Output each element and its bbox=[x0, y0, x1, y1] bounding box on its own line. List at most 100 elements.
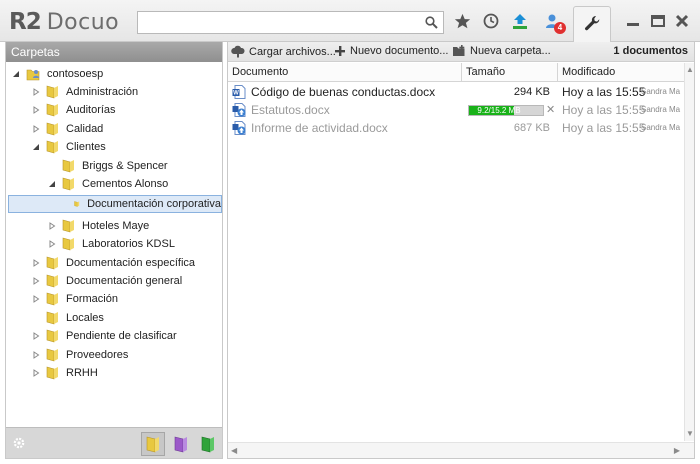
sidebar-item[interactable]: Hoteles Maye bbox=[6, 217, 149, 235]
scroll-down-icon[interactable]: ▼ bbox=[686, 429, 694, 439]
folder-icon bbox=[46, 329, 58, 343]
users-icon[interactable]: 4 bbox=[543, 12, 566, 34]
collapsed-arrow-icon[interactable] bbox=[32, 88, 40, 96]
row-name-cell: Informe de actividad.docx bbox=[232, 119, 458, 137]
column-header-document[interactable]: Documento bbox=[228, 63, 462, 82]
search-icon[interactable] bbox=[425, 16, 438, 29]
tree-root[interactable]: contosoesp bbox=[12, 65, 103, 83]
collapsed-arrow-icon[interactable] bbox=[32, 369, 40, 377]
new-folder-button[interactable]: Nueva carpeta... bbox=[452, 45, 551, 57]
table-header: Documento Tamaño Modificado bbox=[228, 63, 694, 82]
sidebar-item[interactable]: Administración bbox=[6, 83, 138, 101]
sidebar-item-label: Documentación general bbox=[66, 275, 183, 287]
word-document-pending-icon bbox=[232, 121, 246, 135]
purple-folder-filter[interactable] bbox=[169, 432, 193, 456]
collapsed-arrow-icon[interactable] bbox=[32, 106, 40, 115]
new-document-button[interactable]: Nuevo documento... bbox=[334, 45, 448, 57]
expanded-arrow-icon[interactable] bbox=[32, 143, 40, 151]
sidebar-item[interactable]: Proveedores bbox=[6, 346, 128, 364]
sidebar-item-label: Proveedores bbox=[66, 348, 129, 361]
settings-tab[interactable] bbox=[573, 6, 611, 42]
new-folder-label: Nueva carpeta... bbox=[470, 45, 551, 57]
sidebar-item[interactable]: Locales bbox=[6, 309, 104, 327]
sidebar-item-label: Hoteles Maye bbox=[82, 219, 150, 232]
sidebar-item[interactable]: Pendiente de clasificar bbox=[6, 327, 177, 345]
collapsed-arrow-icon[interactable] bbox=[32, 277, 40, 285]
collapsed-arrow-icon[interactable] bbox=[48, 240, 56, 249]
document-name: Estatutos.docx bbox=[251, 103, 330, 117]
sidebar-item-label: Laboratorios KDSL bbox=[82, 238, 175, 251]
sidebar-item-label: Calidad bbox=[66, 122, 104, 135]
table-row[interactable]: Informe de actividad.docx 687 KB Hoy a l… bbox=[228, 119, 694, 137]
collapsed-arrow-icon[interactable] bbox=[32, 350, 40, 359]
cancel-upload-icon[interactable]: ✕ bbox=[546, 101, 555, 119]
sidebar-item-label: Pendiente de clasificar bbox=[66, 330, 177, 343]
gear-icon[interactable] bbox=[12, 436, 26, 450]
sidebar-item[interactable]: Documentación específica bbox=[6, 254, 195, 272]
table-row[interactable]: W Código de buenas conductas.docx 294 KB… bbox=[228, 83, 694, 101]
upload-icon[interactable] bbox=[511, 12, 529, 30]
scroll-right-icon[interactable]: ▶ bbox=[674, 446, 680, 456]
scroll-left-icon[interactable]: ◀ bbox=[231, 446, 237, 456]
star-icon[interactable] bbox=[453, 12, 471, 30]
minimize-icon[interactable] bbox=[624, 12, 642, 30]
folder-icon bbox=[46, 85, 58, 99]
upload-files-button[interactable]: Cargar archivos... bbox=[231, 45, 336, 58]
cloud-upload-icon bbox=[231, 45, 245, 58]
sidebar-item[interactable]: Clientes bbox=[6, 138, 106, 156]
sidebar-item[interactable]: Cementos Alonso bbox=[6, 175, 168, 193]
sidebar-item[interactable]: RRHH bbox=[6, 364, 98, 382]
row-name-cell: Estatutos.docx bbox=[232, 101, 458, 119]
sidebar-item-label: Cementos Alonso bbox=[82, 178, 169, 190]
upload-progress-bar: 9.2/15.2 MB bbox=[468, 105, 544, 116]
horizontal-scrollbar[interactable]: ◀ ▶ bbox=[228, 442, 694, 458]
sidebar-item-label: Locales bbox=[66, 311, 104, 324]
maximize-icon[interactable] bbox=[649, 12, 667, 30]
sidebar-item[interactable]: Documentación general bbox=[6, 272, 182, 290]
sidebar-item[interactable]: Laboratorios KDSL bbox=[6, 235, 175, 253]
sidebar-item-label: Administración bbox=[66, 86, 139, 98]
folder-icon bbox=[46, 348, 58, 361]
collapsed-arrow-icon[interactable] bbox=[32, 258, 40, 267]
svg-text:W: W bbox=[233, 91, 239, 97]
folder-icon bbox=[62, 237, 74, 251]
folders-footer bbox=[6, 427, 222, 458]
close-icon[interactable] bbox=[673, 12, 691, 30]
collapsed-arrow-icon[interactable] bbox=[32, 124, 40, 133]
column-header-size[interactable]: Tamaño bbox=[462, 63, 558, 82]
sidebar-item[interactable]: Briggs & Spencer bbox=[6, 157, 168, 175]
search-input[interactable] bbox=[138, 12, 418, 33]
sidebar-item[interactable]: Formación bbox=[6, 290, 118, 308]
new-document-label: Nuevo documento... bbox=[350, 45, 449, 57]
document-modified-by: Sandra Ma bbox=[641, 105, 681, 114]
vertical-scrollbar[interactable]: ▲ ▼ bbox=[684, 63, 694, 441]
plus-icon bbox=[335, 46, 345, 56]
clock-icon[interactable] bbox=[482, 12, 500, 30]
document-size: 294 KB bbox=[513, 86, 550, 98]
row-name-cell: W Código de buenas conductas.docx bbox=[232, 83, 458, 101]
expanded-arrow-icon[interactable] bbox=[48, 180, 56, 188]
sidebar-item-label: Documentación específica bbox=[66, 256, 196, 269]
green-folder-filter[interactable] bbox=[196, 432, 220, 456]
upload-progress-text: 9.2/15.2 MB bbox=[477, 106, 521, 115]
sidebar-item[interactable]: Calidad bbox=[6, 120, 103, 138]
notification-badge: 4 bbox=[554, 22, 566, 34]
logo-mark: R2 bbox=[9, 9, 42, 35]
sidebar-item[interactable]: Auditorías bbox=[6, 101, 116, 119]
scroll-up-icon[interactable]: ▲ bbox=[686, 65, 694, 75]
column-header-modified[interactable]: Modificado bbox=[558, 63, 684, 82]
document-list: W Código de buenas conductas.docx 294 KB… bbox=[228, 83, 694, 137]
folder-icon bbox=[46, 292, 58, 306]
collapsed-arrow-icon[interactable] bbox=[32, 332, 40, 341]
sidebar-item[interactable]: Documentación corporativa bbox=[8, 195, 222, 214]
expanded-arrow-icon[interactable] bbox=[12, 70, 20, 78]
document-modified-by: Sandra Ma bbox=[641, 87, 681, 96]
word-document-icon: W bbox=[232, 85, 246, 99]
root-folder-icon bbox=[26, 69, 40, 81]
table-row[interactable]: Estatutos.docx 9.2/15.2 MB ✕ Hoy a las 1… bbox=[228, 101, 694, 119]
yellow-folder-filter[interactable] bbox=[141, 432, 165, 456]
collapsed-arrow-icon[interactable] bbox=[48, 221, 56, 230]
wrench-icon bbox=[585, 15, 600, 31]
collapsed-arrow-icon[interactable] bbox=[32, 295, 40, 304]
search-box[interactable] bbox=[137, 11, 444, 34]
